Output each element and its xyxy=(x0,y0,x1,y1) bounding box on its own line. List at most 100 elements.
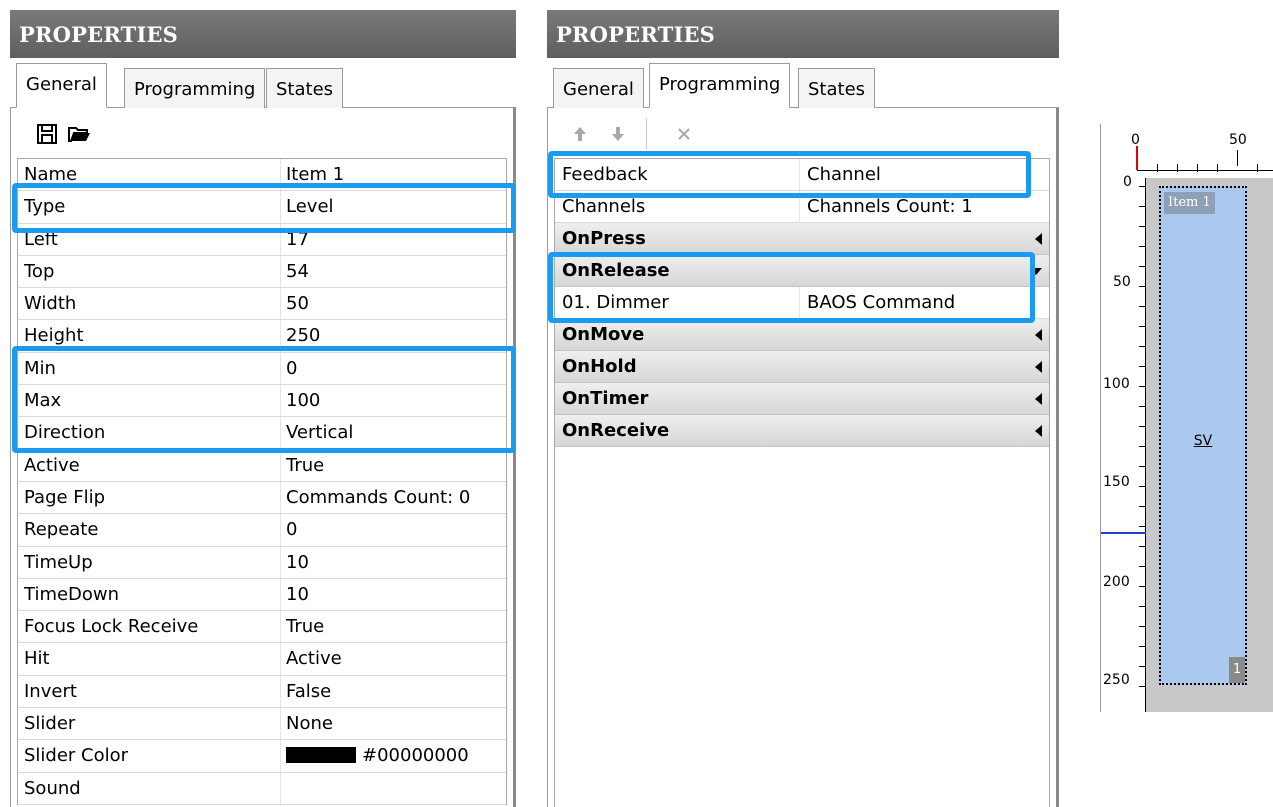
property-value[interactable]: 54 xyxy=(286,261,309,282)
column-divider xyxy=(280,223,281,255)
row-value[interactable]: Channels Count: 1 xyxy=(807,196,973,217)
property-value[interactable]: 17 xyxy=(286,229,309,250)
property-row[interactable]: Name Item 1 xyxy=(18,159,506,192)
property-grid: Name Item 1 Type Level Left 17 Top 54 Width 50 Hei… xyxy=(17,158,507,805)
property-row[interactable]: TimeDown 10 xyxy=(18,578,506,612)
column-divider xyxy=(280,159,281,191)
property-name: Top xyxy=(24,260,55,282)
group-onhold[interactable]: OnHold xyxy=(555,351,1049,383)
group-onpress[interactable]: OnPress xyxy=(555,223,1049,255)
color-value: #00000000 xyxy=(362,745,469,767)
properties-panel-general: PROPERTIES General Programming States Na… xyxy=(10,10,516,807)
group-onrelease[interactable]: OnRelease xyxy=(555,255,1049,287)
property-value[interactable]: 50 xyxy=(286,293,309,314)
column-divider xyxy=(280,417,281,449)
property-row[interactable]: Left 17 xyxy=(18,223,506,256)
column-divider xyxy=(280,708,281,740)
row-feedback[interactable]: Feedback Channel xyxy=(555,159,1049,191)
tab-states[interactable]: States xyxy=(798,68,876,108)
ruler-baseline xyxy=(1145,178,1146,712)
column-divider xyxy=(280,578,281,611)
property-row[interactable]: Max 100 xyxy=(18,385,506,418)
property-value[interactable]: 0 xyxy=(286,358,297,379)
property-value[interactable]: None xyxy=(286,713,333,734)
property-row[interactable]: Min 0 xyxy=(18,352,506,386)
group-label: OnTimer xyxy=(562,388,649,409)
folder-open-icon[interactable] xyxy=(67,122,91,146)
property-row[interactable]: Top 54 xyxy=(18,255,506,289)
property-row[interactable]: Direction Vertical xyxy=(18,417,506,450)
group-label: OnPress xyxy=(562,228,646,249)
property-name: Sound xyxy=(24,777,81,799)
property-row[interactable]: Type Level xyxy=(18,191,506,224)
level-item[interactable]: Item 1 SV 1 xyxy=(1159,186,1247,685)
property-name: Invert xyxy=(24,680,77,702)
property-row[interactable]: Focus Lock Receive True xyxy=(18,611,506,644)
general-body: Name Item 1 Type Level Left 17 Top 54 Width 50 Hei… xyxy=(10,108,516,807)
property-value[interactable]: 10 xyxy=(286,584,309,605)
collapse-arrow-icon[interactable] xyxy=(1035,425,1042,437)
property-row[interactable]: Hit Active xyxy=(18,643,506,676)
row-value[interactable]: Channel xyxy=(807,164,881,185)
row-value[interactable]: BAOS Command xyxy=(807,292,955,313)
property-value[interactable]: Vertical xyxy=(286,422,353,443)
ruler-left-label: 50 xyxy=(1113,274,1131,290)
property-name: Height xyxy=(24,325,84,347)
collapse-arrow-icon[interactable] xyxy=(1035,233,1042,245)
property-value[interactable]: True xyxy=(286,455,324,476)
property-value[interactable]: Level xyxy=(286,196,334,217)
property-name: Slider Color xyxy=(24,745,129,767)
property-value[interactable]: Commands Count: 0 xyxy=(286,487,470,508)
property-row[interactable]: Slider None xyxy=(18,708,506,741)
property-row[interactable]: Slider Color #00000000 xyxy=(18,740,506,773)
tab-states[interactable]: States xyxy=(266,68,344,108)
group-onreceive[interactable]: OnReceive xyxy=(555,415,1049,447)
collapse-arrow-icon[interactable] xyxy=(1035,393,1042,405)
column-divider xyxy=(280,255,281,288)
column-divider xyxy=(280,546,281,578)
column-divider xyxy=(280,772,281,804)
property-row[interactable]: Invert False xyxy=(18,675,506,709)
property-row[interactable]: Active True xyxy=(18,449,506,482)
group-label: OnMove xyxy=(562,324,645,345)
group-ontimer[interactable]: OnTimer xyxy=(555,383,1049,415)
expand-arrow-icon[interactable] xyxy=(1030,268,1042,275)
collapse-arrow-icon[interactable] xyxy=(1035,361,1042,373)
property-row[interactable]: Page Flip Commands Count: 0 xyxy=(18,481,506,515)
tab-programming[interactable]: Programming xyxy=(124,68,266,108)
property-value[interactable]: Active xyxy=(286,648,342,669)
ruler-origin-marker xyxy=(1136,146,1138,170)
general-toolbar xyxy=(11,108,513,158)
property-row[interactable]: TimeUp 10 xyxy=(18,546,506,579)
tab-programming[interactable]: Programming xyxy=(649,63,791,108)
property-value[interactable]: Item 1 xyxy=(286,164,344,185)
save-icon[interactable] xyxy=(35,122,59,146)
tab-general[interactable]: General xyxy=(553,68,644,108)
property-name: Name xyxy=(24,164,78,185)
property-value[interactable]: #00000000 xyxy=(286,745,469,766)
property-value[interactable]: 0 xyxy=(286,519,297,540)
programming-grid: Feedback Channel Channels Channels Count… xyxy=(554,158,1050,807)
collapse-arrow-icon[interactable] xyxy=(1035,329,1042,341)
property-name: Hit xyxy=(24,648,50,670)
property-row[interactable]: Sound xyxy=(18,772,506,805)
property-value[interactable]: 10 xyxy=(286,552,309,573)
row-channels[interactable]: Channels Channels Count: 1 xyxy=(555,191,1049,223)
property-value[interactable]: 250 xyxy=(286,325,320,346)
arrow-down-icon[interactable] xyxy=(606,122,630,146)
panel-title: PROPERTIES xyxy=(547,10,1059,58)
arrow-up-icon[interactable] xyxy=(568,122,592,146)
group-label: OnRelease xyxy=(562,260,670,281)
group-onmove[interactable]: OnMove xyxy=(555,319,1049,351)
column-divider xyxy=(280,675,281,708)
property-name: Focus Lock Receive xyxy=(24,616,199,638)
property-value[interactable]: 100 xyxy=(286,390,320,411)
row-dimmer[interactable]: 01. Dimmer BAOS Command xyxy=(555,287,1049,319)
close-icon[interactable] xyxy=(672,122,696,146)
property-row[interactable]: Height 250 xyxy=(18,320,506,353)
property-value[interactable]: True xyxy=(286,616,324,637)
property-value[interactable]: False xyxy=(286,681,331,702)
tab-general[interactable]: General xyxy=(16,63,107,108)
property-row[interactable]: Repeate 0 xyxy=(18,514,506,547)
property-row[interactable]: Width 50 xyxy=(18,288,506,321)
